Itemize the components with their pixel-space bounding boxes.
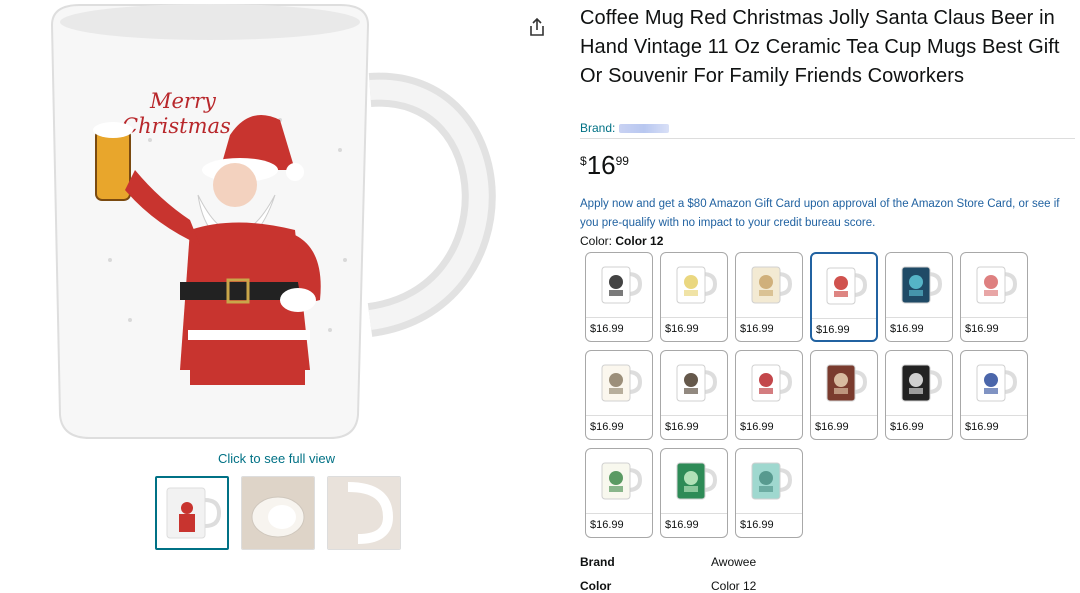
color-selected-name: Color 12 — [615, 234, 664, 248]
thumbnail-1[interactable] — [155, 476, 229, 550]
christmas-text: Christmas — [122, 114, 231, 138]
color-swatch[interactable]: $16.99 — [735, 252, 803, 342]
main-product-image[interactable]: Merry Christmas — [40, 0, 510, 440]
swatch-price: $16.99 — [816, 324, 850, 336]
swatch-mug-image — [586, 449, 652, 513]
price: $1699 — [580, 150, 629, 181]
swatch-mug-image — [961, 351, 1027, 415]
color-swatch[interactable]: $16.99 — [660, 448, 728, 538]
swatch-price: $16.99 — [590, 421, 624, 433]
share-icon[interactable] — [526, 16, 548, 38]
swatch-price: $16.99 — [740, 323, 774, 335]
merry-text: Merry — [149, 89, 217, 113]
store-card-promo-link[interactable]: Apply now and get a $80 Amazon Gift Card… — [580, 195, 1075, 233]
swatch-price: $16.99 — [665, 421, 699, 433]
swatch-price: $16.99 — [815, 421, 849, 433]
color-label-prefix: Color: — [580, 234, 613, 248]
swatch-divider — [586, 513, 652, 514]
swatch-mug-image — [812, 254, 876, 318]
swatch-mug-image — [661, 253, 727, 317]
swatch-mug-image — [586, 351, 652, 415]
color-swatch[interactable]: $16.99 — [960, 350, 1028, 440]
thumbnail-strip — [155, 476, 401, 550]
swatch-divider — [661, 317, 727, 318]
thumbnail-3[interactable] — [327, 476, 401, 550]
swatch-divider — [586, 415, 652, 416]
swatch-mug-image — [736, 449, 802, 513]
color-swatch[interactable]: $16.99 — [660, 252, 728, 342]
swatch-divider — [661, 513, 727, 514]
swatch-price: $16.99 — [965, 421, 999, 433]
swatch-divider — [961, 415, 1027, 416]
thumbnail-2[interactable] — [241, 476, 315, 550]
swatch-mug-image — [661, 449, 727, 513]
brand-link[interactable]: Brand: — [580, 121, 670, 135]
swatch-price: $16.99 — [590, 323, 624, 335]
swatch-mug-image — [661, 351, 727, 415]
price-symbol: $ — [580, 154, 587, 168]
brand-name-redacted — [619, 123, 670, 133]
color-swatch[interactable]: $16.99 — [660, 350, 728, 440]
swatch-divider — [886, 317, 952, 318]
swatch-divider — [736, 513, 802, 514]
swatch-mug-image — [586, 253, 652, 317]
swatch-divider — [661, 415, 727, 416]
image-gallery: Merry Christmas Click to see full view — [0, 0, 560, 593]
swatch-mug-image — [961, 253, 1027, 317]
swatch-price: $16.99 — [890, 323, 924, 335]
swatch-price: $16.99 — [890, 421, 924, 433]
swatch-divider — [736, 415, 802, 416]
price-whole: 16 — [586, 150, 616, 180]
swatch-mug-image — [811, 351, 877, 415]
swatch-mug-image — [886, 351, 952, 415]
color-swatch[interactable]: $16.99 — [810, 350, 878, 440]
color-swatch[interactable]: $16.99 — [585, 252, 653, 342]
color-swatch[interactable]: $16.99 — [810, 252, 878, 342]
spec-key: Brand — [580, 555, 615, 569]
product-title: Coffee Mug Red Christmas Jolly Santa Cla… — [580, 7, 1060, 87]
swatch-divider — [886, 415, 952, 416]
color-label: Color: Color 12 — [580, 234, 663, 248]
full-view-link[interactable]: Click to see full view — [218, 451, 335, 466]
color-swatch[interactable]: $16.99 — [585, 350, 653, 440]
swatch-mug-image — [886, 253, 952, 317]
swatch-divider — [736, 317, 802, 318]
color-swatch[interactable]: $16.99 — [735, 448, 803, 538]
swatch-price: $16.99 — [965, 323, 999, 335]
swatch-divider — [811, 415, 877, 416]
color-swatch[interactable]: $16.99 — [885, 350, 953, 440]
price-fraction: 99 — [615, 154, 629, 168]
color-swatch[interactable]: $16.99 — [735, 350, 803, 440]
swatch-price: $16.99 — [590, 519, 624, 531]
swatch-price: $16.99 — [740, 519, 774, 531]
color-swatch[interactable]: $16.99 — [585, 448, 653, 538]
spec-value: Color 12 — [711, 579, 757, 593]
swatch-price: $16.99 — [665, 519, 699, 531]
swatch-mug-image — [736, 351, 802, 415]
spec-value: Awowee — [711, 555, 757, 569]
swatch-divider — [961, 317, 1027, 318]
swatch-mug-image — [736, 253, 802, 317]
color-swatch[interactable]: $16.99 — [960, 252, 1028, 342]
swatch-price: $16.99 — [665, 323, 699, 335]
spec-key: Color — [580, 579, 612, 593]
swatch-divider — [586, 317, 652, 318]
divider — [580, 138, 1075, 139]
color-swatch[interactable]: $16.99 — [885, 252, 953, 342]
brand-label: Brand: — [580, 121, 616, 135]
swatch-price: $16.99 — [740, 421, 774, 433]
swatch-divider — [812, 318, 876, 319]
